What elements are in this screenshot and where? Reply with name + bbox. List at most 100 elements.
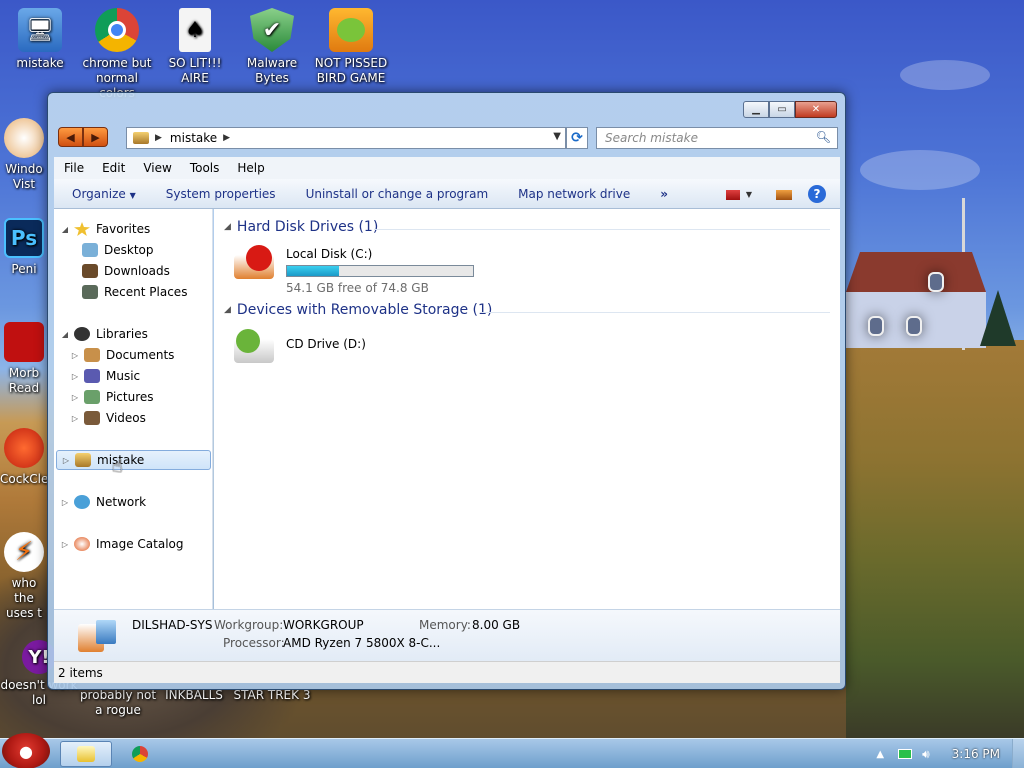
desktop-icon-lightning[interactable]: ⚡ who the uses t <box>0 532 48 621</box>
explorer-window[interactable]: ▁ ▭ ✕ ◀ ▶ ▶ mistake ▶ ▼ ⟳ Search mistake… <box>47 92 846 690</box>
videos-icon <box>84 411 100 425</box>
computer-icon <box>77 746 95 762</box>
desktop-icon-vista[interactable]: Windo Vist <box>0 118 48 192</box>
desktop-icon-malwarebytes[interactable]: ✔ Malware Bytes <box>232 8 312 86</box>
nav-libraries[interactable]: ◢ Libraries <box>54 324 211 344</box>
clock[interactable]: 3:16 PM <box>952 747 1000 761</box>
nav-image-catalog[interactable]: ▷ Image Catalog <box>54 534 211 554</box>
volume-icon[interactable]: 🔊︎ <box>922 747 930 762</box>
back-button[interactable]: ◀ <box>58 127 83 147</box>
desktop-icon-photoshop[interactable]: Ps Peni <box>0 218 48 277</box>
system-properties-button[interactable]: System properties <box>166 187 276 201</box>
collapse-arrow-icon[interactable]: ◢ <box>224 305 231 315</box>
menu-bar: File Edit View Tools Help <box>54 157 840 179</box>
nav-network[interactable]: ▷ Network <box>54 492 211 512</box>
content-pane[interactable]: ◢ Hard Disk Drives (1) Local Disk (C:) 54… <box>214 209 840 609</box>
navigation-pane[interactable]: ◢ Favorites Desktop Downloads Recent Plac… <box>54 209 213 609</box>
angry-bird-icon: ● <box>19 741 33 761</box>
drive-c[interactable]: Local Disk (C:) 54.1 GB free of 74.8 GB <box>232 245 474 295</box>
uninstall-program-button[interactable]: Uninstall or change a program <box>306 187 489 201</box>
battery-icon[interactable] <box>898 749 913 759</box>
start-button[interactable]: ● <box>2 733 50 768</box>
expand-arrow-icon[interactable]: ▷ <box>70 372 80 381</box>
taskbar-chrome-button[interactable] <box>114 741 166 767</box>
group-divider <box>374 229 830 230</box>
music-icon <box>84 369 100 383</box>
network-icon <box>74 495 90 509</box>
address-bar[interactable]: ▶ mistake ▶ ▼ <box>126 127 566 149</box>
view-options-icon[interactable] <box>725 190 740 200</box>
memory-label: Memory: <box>419 618 471 632</box>
nav-recent-places[interactable]: Recent Places <box>54 282 211 302</box>
taskbar-explorer-button[interactable] <box>60 741 112 767</box>
group-header-hdd[interactable]: ◢ Hard Disk Drives (1) <box>224 219 378 235</box>
refresh-button[interactable]: ⟳ <box>566 127 588 149</box>
search-input[interactable]: Search mistake 🔍︎ <box>596 127 838 149</box>
menu-view[interactable]: View <box>143 161 171 175</box>
show-desktop-button[interactable] <box>1012 739 1024 768</box>
map-network-drive-button[interactable]: Map network drive <box>518 187 630 201</box>
close-button[interactable]: ✕ <box>795 101 837 118</box>
address-dropdown-icon[interactable]: ▼ <box>553 131 561 142</box>
preview-pane-icon[interactable] <box>776 190 792 200</box>
downloads-icon <box>82 264 98 278</box>
desktop-icon-mistake[interactable]: 🖥 mistake <box>0 8 80 71</box>
desktop-icon-rogue[interactable]: probably not a rogue <box>78 688 158 718</box>
expand-arrow-icon[interactable]: ▷ <box>70 393 80 402</box>
desktop-icon-ccleaner[interactable]: CockCle <box>0 428 48 487</box>
menu-edit[interactable]: Edit <box>102 161 125 175</box>
nav-favorites[interactable]: ◢ Favorites <box>54 219 211 239</box>
desktop-wallpaper-house <box>846 238 986 350</box>
nav-downloads[interactable]: Downloads <box>54 261 211 281</box>
drive-d[interactable]: CD Drive (D:) <box>232 327 366 367</box>
nav-desktop[interactable]: Desktop <box>54 240 211 260</box>
more-commands-button[interactable]: » <box>660 187 668 201</box>
lightning-icon: ⚡ <box>4 532 44 572</box>
egg-icon <box>4 118 44 158</box>
collapse-arrow-icon[interactable]: ◢ <box>60 330 70 339</box>
nav-documents[interactable]: ▷ Documents <box>54 345 211 365</box>
minimize-button[interactable]: ▁ <box>743 101 769 118</box>
cloud <box>900 60 990 90</box>
desktop-icon <box>82 243 98 257</box>
collapse-arrow-icon[interactable]: ◢ <box>224 222 231 232</box>
expand-arrow-icon[interactable]: ▷ <box>61 456 71 465</box>
menu-file[interactable]: File <box>64 161 84 175</box>
computer-icon <box>75 453 91 467</box>
nav-videos[interactable]: ▷ Videos <box>54 408 211 428</box>
breadcrumb-item[interactable]: mistake <box>170 131 217 145</box>
breadcrumb-arrow-icon[interactable]: ▶ <box>223 133 230 143</box>
help-icon[interactable]: ? <box>808 185 826 203</box>
collapse-arrow-icon[interactable]: ◢ <box>60 225 70 234</box>
desktop-icon-inkballs[interactable]: INKBALLS <box>154 688 234 703</box>
expand-arrow-icon[interactable]: ▷ <box>70 351 80 360</box>
maximize-button[interactable]: ▭ <box>769 101 795 118</box>
menu-tools[interactable]: Tools <box>190 161 220 175</box>
computer-icon: 🖥 <box>18 8 62 52</box>
libraries-icon <box>74 327 90 341</box>
cd-drive-icon <box>232 327 280 367</box>
chevron-down-icon[interactable]: ▼ <box>746 190 752 199</box>
desktop-icon-reader[interactable]: Morb Read <box>0 322 48 396</box>
nav-pictures[interactable]: ▷ Pictures <box>54 387 211 407</box>
hard-drive-icon <box>232 245 280 285</box>
expand-arrow-icon[interactable]: ▷ <box>60 498 70 507</box>
desktop-icon-chrome[interactable]: chrome but normal colors <box>77 8 157 101</box>
expand-arrow-icon[interactable]: ▷ <box>60 540 70 549</box>
desktop-icon-bird-game[interactable]: NOT PISSED BIRD GAME <box>311 8 391 86</box>
recent-places-icon <box>82 285 98 299</box>
drive-c-usage-fill <box>287 266 339 276</box>
forward-button[interactable]: ▶ <box>83 127 108 147</box>
desktop-icon-solitaire[interactable]: ♠ SO LIT!!! AIRE <box>155 8 235 86</box>
nav-music[interactable]: ▷ Music <box>54 366 211 386</box>
expand-arrow-icon[interactable]: ▷ <box>70 414 80 423</box>
nav-computer[interactable]: ▷ mistake <box>56 450 211 470</box>
show-hidden-icons-icon[interactable]: ▲ <box>876 749 884 760</box>
group-header-removable[interactable]: ◢ Devices with Removable Storage (1) <box>224 302 492 318</box>
search-icon[interactable]: 🔍︎ <box>816 130 831 144</box>
desktop-icon-star-trek[interactable]: STAR TREK 3 <box>232 688 312 703</box>
details-pane: DILSHAD-SYS Workgroup: WORKGROUP Memory:… <box>54 609 840 661</box>
workgroup-label: Workgroup: <box>214 618 284 632</box>
menu-help[interactable]: Help <box>237 161 264 175</box>
organize-button[interactable]: Organize ▼ <box>72 187 136 201</box>
